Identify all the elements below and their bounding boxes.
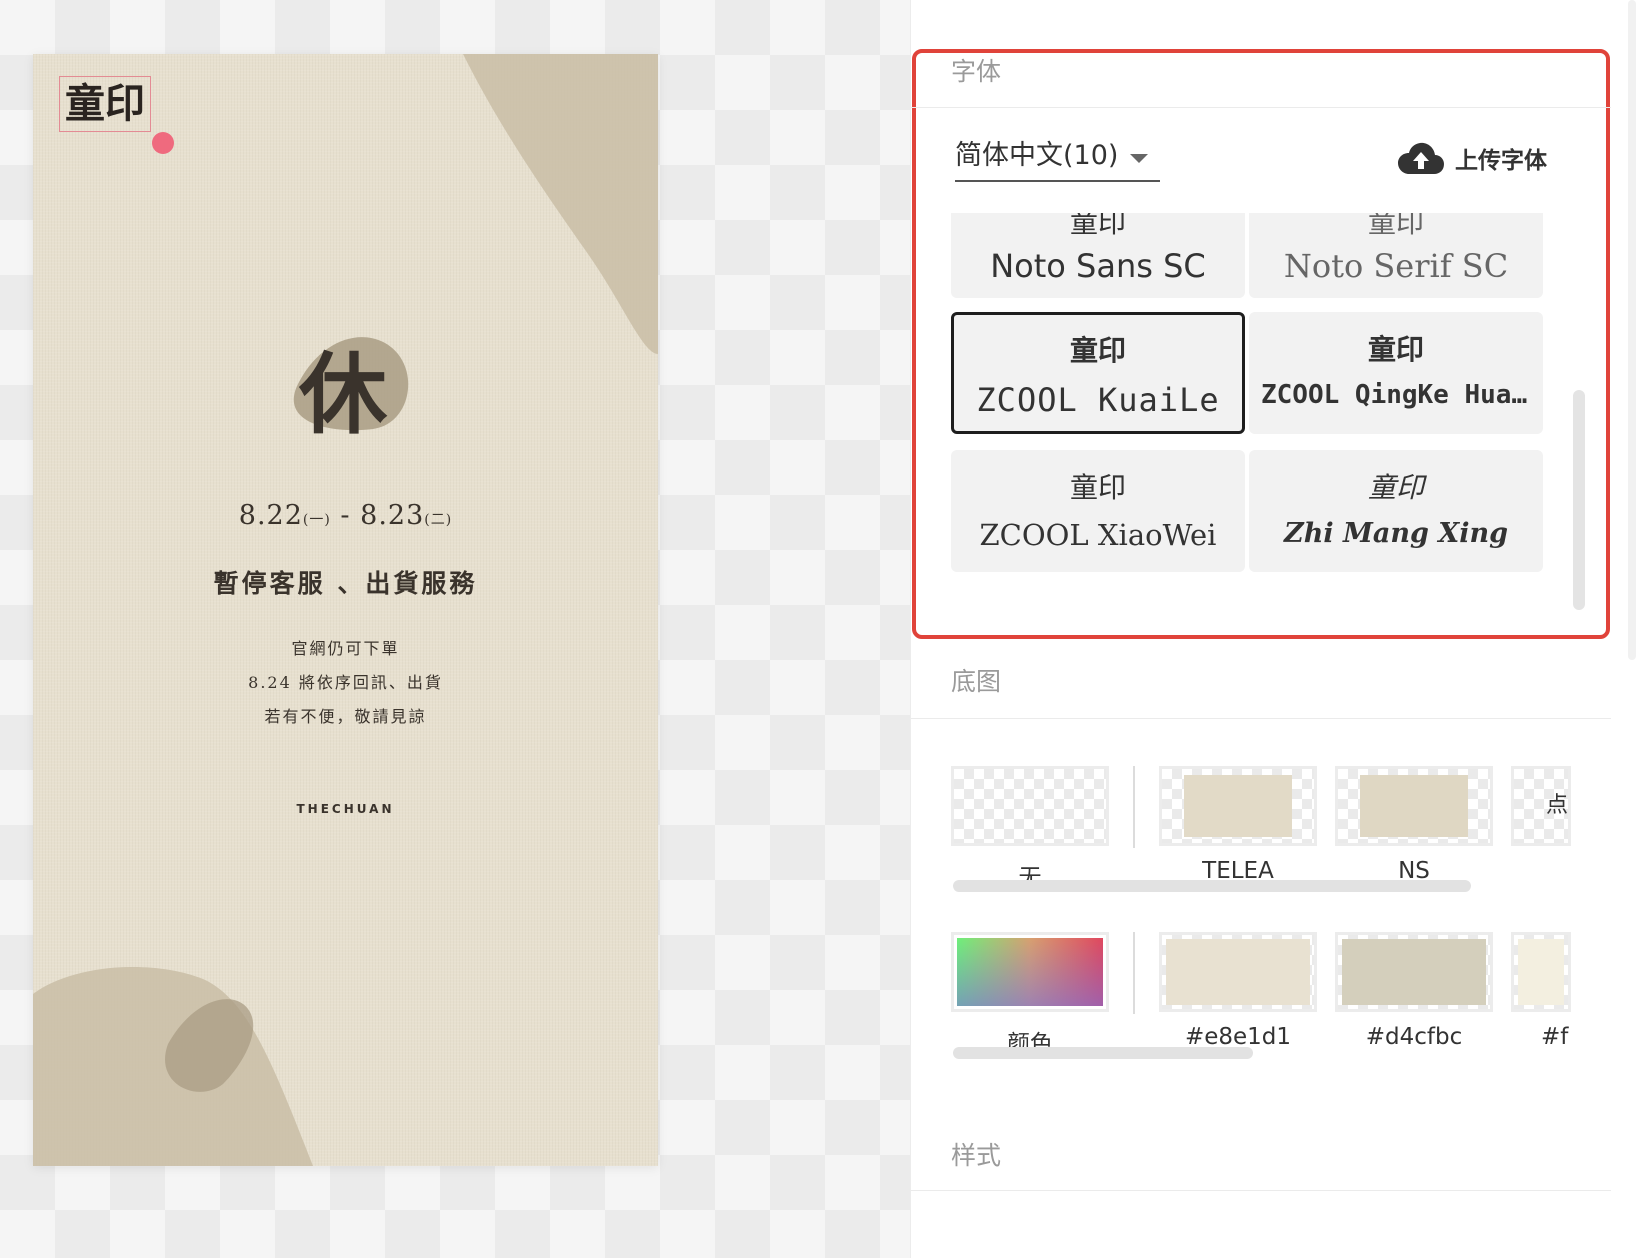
background-color-row[interactable]: 颜色 #e8e1d1 #d4cfbc #f: [951, 932, 1591, 1052]
font-card-noto-sans-sc[interactable]: 童印 Noto Sans SC: [951, 213, 1245, 298]
language-select-value: 简体中文(10): [955, 140, 1119, 171]
color-gradient-thumbnail: [951, 932, 1109, 1012]
font-list-scrollbar[interactable]: [1573, 390, 1585, 610]
style-section-title: 样式: [951, 1141, 1002, 1170]
font-sample: 童印: [1069, 334, 1126, 367]
ns-thumbnail: [1335, 766, 1493, 846]
cloud-upload-icon: [1398, 142, 1444, 174]
background-color-partial[interactable]: #f: [1511, 932, 1571, 1050]
poster-blobs: [33, 54, 658, 1166]
date-start-day: (一): [302, 512, 331, 528]
font-name: ZCOOL QingKe Huan···: [1261, 380, 1543, 410]
background-image-row[interactable]: 无 TELEA NS 点: [951, 766, 1591, 886]
poster[interactable]: 童印 休 8.22(一) - 8.23(二) 暫停客服 、出貨服務 官網仍可下單…: [33, 54, 658, 1166]
divider: [911, 107, 1611, 108]
date-end-day: (二): [424, 512, 453, 528]
bg-label: #d4cfbc: [1365, 1024, 1463, 1050]
divider: [1133, 766, 1135, 848]
color-swatch: [1159, 932, 1317, 1012]
top-right-blob: [463, 54, 658, 354]
upload-font-label: 上传字体: [1455, 148, 1547, 174]
background-option-telea[interactable]: TELEA: [1159, 766, 1317, 884]
dot-thumbnail: 点: [1511, 766, 1571, 846]
divider: [1133, 932, 1135, 1014]
background-section-title: 底图: [951, 667, 1002, 696]
language-select[interactable]: 简体中文(10): [955, 134, 1160, 182]
font-card-zcool-xiaowei[interactable]: 童印 ZCOOL XiaoWei: [951, 450, 1245, 572]
chevron-down-icon: [1130, 154, 1148, 163]
font-card-noto-serif-sc[interactable]: 童印 Noto Serif SC: [1249, 213, 1543, 298]
design-canvas[interactable]: 童印 休 8.22(一) - 8.23(二) 暫停客服 、出貨服務 官網仍可下單…: [0, 0, 910, 1258]
color-swatch: [1511, 932, 1571, 1012]
rest-character[interactable]: 休: [283, 324, 403, 451]
poster-brand[interactable]: THECHUAN: [33, 802, 658, 816]
font-sample: 童印: [1069, 213, 1126, 239]
font-list[interactable]: 童印 Noto Sans SC 童印 Noto Serif SC 童印 ZCOO…: [951, 213, 1551, 605]
background-option-ns[interactable]: NS: [1335, 766, 1493, 884]
date-start: 8.22: [238, 500, 303, 531]
note-line: 8.24 將依序回訊、出貨: [248, 673, 443, 692]
bg-label: #f: [1541, 1024, 1569, 1050]
divider: [911, 718, 1611, 719]
font-sample: 童印: [1367, 213, 1424, 239]
date-separator: -: [330, 500, 361, 531]
font-card-zcool-qingke[interactable]: 童印 ZCOOL QingKe Huan···: [1249, 312, 1543, 434]
upload-font-button[interactable]: 上传字体: [1397, 138, 1547, 178]
background-color-picker[interactable]: 颜色: [951, 932, 1109, 1052]
background-image-scrollbar[interactable]: [953, 880, 1471, 892]
logo-text-selected[interactable]: 童印: [59, 76, 151, 132]
font-name: Noto Serif SC: [1283, 247, 1509, 285]
date-end: 8.23: [360, 500, 425, 531]
font-card-zhi-mang-xing[interactable]: 童印 Zhi Mang Xing: [1249, 450, 1543, 572]
poster-headline[interactable]: 暫停客服 、出貨服務: [33, 564, 658, 600]
font-sample: 童印: [1367, 333, 1424, 366]
telea-thumbnail: [1159, 766, 1317, 846]
note-line: 若有不便，敬請見諒: [264, 707, 427, 726]
color-swatch: [1335, 932, 1493, 1012]
font-name: ZCOOL XiaoWei: [979, 518, 1217, 552]
selection-handle[interactable]: [152, 132, 174, 154]
panel-scrollbar[interactable]: [1628, 0, 1636, 660]
properties-panel: 字体 简体中文(10) 上传字体 童印 Noto Sans SC 童印 Noto…: [910, 0, 1638, 1258]
font-sample: 童印: [1367, 471, 1424, 504]
dot-label: 点: [1545, 793, 1568, 818]
background-option-dot[interactable]: 点: [1511, 766, 1571, 846]
empty-thumbnail: [951, 766, 1109, 846]
background-color-scrollbar[interactable]: [953, 1047, 1253, 1059]
font-name: ZCOOL KuaiLe: [976, 381, 1220, 419]
note-line: 官網仍可下單: [291, 639, 400, 658]
font-name: Noto Sans SC: [990, 247, 1206, 285]
background-color-e8e1d1[interactable]: #e8e1d1: [1159, 932, 1317, 1050]
font-name: Zhi Mang Xing: [1283, 518, 1508, 549]
poster-notes[interactable]: 官網仍可下單 8.24 將依序回訊、出貨 若有不便，敬請見諒: [33, 632, 658, 734]
background-color-d4cfbc[interactable]: #d4cfbc: [1335, 932, 1493, 1050]
divider: [911, 1190, 1611, 1191]
font-sample: 童印: [1069, 471, 1126, 504]
date-range[interactable]: 8.22(一) - 8.23(二): [33, 500, 658, 531]
font-card-zcool-kuaile[interactable]: 童印 ZCOOL KuaiLe: [951, 312, 1245, 434]
font-section-title: 字体: [951, 57, 1002, 86]
background-option-none[interactable]: 无: [951, 766, 1109, 886]
